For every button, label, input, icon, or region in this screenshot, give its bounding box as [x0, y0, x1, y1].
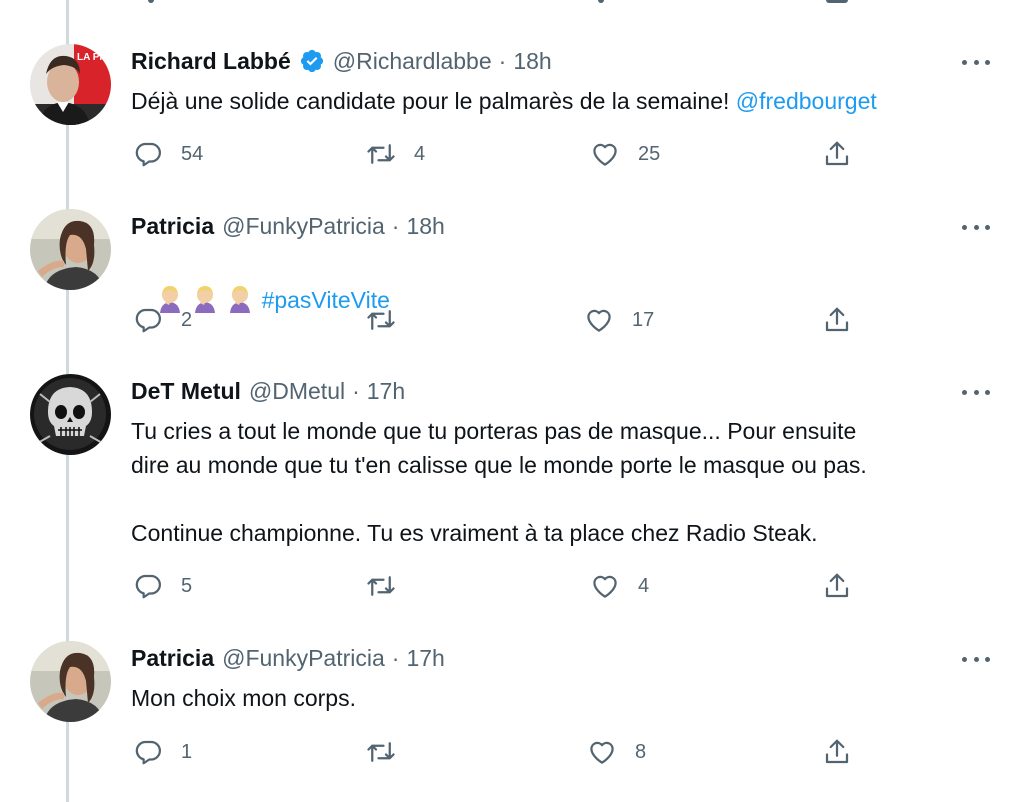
user-handle[interactable]: @DMetul	[249, 378, 345, 405]
separator: ·	[391, 212, 400, 239]
retweet-count: 4	[414, 142, 426, 165]
avatar-logo-text: LA PRESSE	[77, 52, 111, 63]
reply-count: 1	[181, 740, 193, 763]
tweet-text: Mon choix mon corps.	[131, 685, 356, 711]
like-count: 8	[635, 740, 647, 763]
tweet-header: Richard Labbé @Richardlabbe · 18h	[131, 46, 552, 76]
timestamp[interactable]: 17h	[406, 645, 444, 672]
previous-tweet-edge	[0, 0, 1028, 6]
separator: ·	[352, 377, 360, 404]
like-count: 4	[638, 574, 650, 597]
retweet-button[interactable]: 4	[366, 136, 425, 172]
reply-count: 5	[181, 574, 193, 597]
separator: ·	[391, 644, 400, 671]
reply-icon	[135, 142, 161, 167]
retweet-icon	[367, 576, 395, 596]
like-button[interactable]: 8	[587, 734, 646, 770]
heart-icon	[590, 741, 614, 764]
avatar[interactable]	[30, 209, 111, 290]
tweet-text: Déjà une solide candidate pour le palmar…	[131, 84, 991, 118]
reply-button[interactable]: 2	[133, 302, 192, 338]
share-button[interactable]	[822, 302, 852, 338]
display-name[interactable]: Patricia	[131, 645, 214, 672]
user-handle[interactable]: @FunkyPatricia	[222, 645, 385, 672]
share-icon	[825, 307, 849, 332]
user-handle[interactable]: @Richardlabbe	[333, 48, 492, 75]
reply-button[interactable]: 1	[133, 734, 192, 770]
avatar[interactable]: LA PRESSE	[30, 44, 111, 125]
more-icon[interactable]	[962, 384, 990, 400]
reply-icon	[135, 308, 161, 333]
share-icon	[825, 573, 849, 598]
retweet-button[interactable]	[366, 302, 414, 338]
share-button[interactable]	[822, 568, 852, 604]
tweet-actions: 1 8	[0, 734, 1028, 770]
retweet-button[interactable]	[366, 568, 414, 604]
reply-icon	[135, 574, 161, 599]
share-button[interactable]	[822, 734, 852, 770]
like-button[interactable]: 17	[584, 302, 654, 338]
display-name[interactable]: Richard Labbé	[131, 48, 291, 75]
display-name[interactable]: Patricia	[131, 213, 214, 240]
tweet-text: Tu cries a tout le monde que tu porteras…	[131, 418, 867, 546]
heart-icon	[593, 575, 617, 598]
like-button[interactable]: 4	[590, 568, 649, 604]
user-handle[interactable]: @FunkyPatricia	[222, 213, 385, 240]
reply-count: 54	[181, 142, 204, 165]
tweet-actions: 2 17	[0, 302, 1028, 338]
tweet-text-content: Déjà une solide candidate pour le palmar…	[131, 88, 736, 114]
reply-button[interactable]: 54	[133, 136, 203, 172]
share-icon	[825, 141, 849, 166]
timestamp[interactable]: 18h	[406, 213, 444, 240]
share-icon	[825, 739, 849, 764]
retweet-icon	[367, 310, 395, 330]
more-icon[interactable]	[962, 651, 990, 667]
more-icon[interactable]	[962, 219, 990, 235]
avatar[interactable]	[30, 641, 111, 722]
reply-icon	[135, 740, 161, 765]
avatar[interactable]	[30, 374, 111, 455]
retweet-icon	[367, 742, 395, 762]
verified-badge-icon	[299, 48, 325, 74]
reply-button[interactable]: 5	[133, 568, 192, 604]
reply-count: 2	[181, 308, 193, 331]
like-count: 17	[632, 308, 655, 331]
timestamp[interactable]: 17h	[367, 378, 405, 405]
tweet-header: Patricia @FunkyPatricia · 17h	[131, 643, 445, 673]
like-count: 25	[638, 142, 661, 165]
more-icon[interactable]	[962, 54, 990, 70]
tweet-actions: 54 4 25	[0, 136, 1028, 172]
retweet-button[interactable]	[366, 734, 414, 770]
share-button[interactable]	[822, 136, 852, 172]
tweet-header: Patricia @FunkyPatricia · 18h	[131, 211, 445, 241]
tweet-header: DeT Metul @DMetul · 17h	[131, 376, 405, 406]
display-name[interactable]: DeT Metul	[131, 378, 241, 405]
heart-icon	[593, 143, 617, 166]
tweet-actions: 5 4	[0, 568, 1028, 604]
like-button[interactable]: 25	[590, 136, 660, 172]
mention-link[interactable]: @fredbourget	[736, 88, 877, 114]
timestamp[interactable]: 18h	[513, 48, 551, 75]
heart-icon	[587, 309, 611, 332]
separator: ·	[498, 47, 507, 74]
retweet-icon	[367, 144, 395, 164]
